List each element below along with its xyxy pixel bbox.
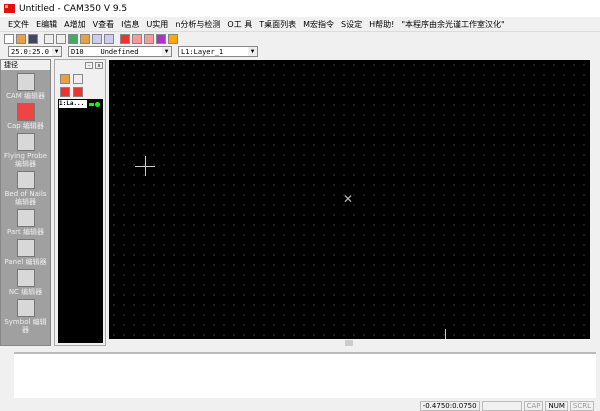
bed-of-nails-editor-button[interactable]: Bed of Nails 编辑器 bbox=[1, 171, 50, 206]
tool-label: Cap 编辑器 bbox=[7, 122, 44, 130]
menu-tools[interactable]: O工 具 bbox=[227, 19, 252, 30]
layer-panel: - x 1:La... bbox=[54, 59, 106, 346]
status-blank bbox=[481, 400, 522, 411]
open-file-icon[interactable] bbox=[16, 33, 26, 44]
flying-probe-icon bbox=[16, 133, 35, 151]
drawing-canvas[interactable]: ✕ bbox=[109, 60, 590, 339]
nc-editor-icon bbox=[16, 269, 35, 287]
zoom-window-icon[interactable] bbox=[80, 33, 90, 44]
part-editor-icon bbox=[16, 209, 35, 227]
panel-editor-icon bbox=[16, 239, 35, 257]
flying-probe-editor-button[interactable]: Flying Probe 编辑器 bbox=[1, 133, 50, 168]
title-bar: Untitled - CAM350 V 9.5 bbox=[0, 0, 600, 17]
menu-bar: E文件 E编辑 A增加 V查看 I信息 U实用 n分析与检测 O工 具 T桌面列… bbox=[0, 18, 600, 32]
nc-editor-button[interactable]: NC 编辑器 bbox=[1, 269, 50, 296]
redo-icon[interactable] bbox=[56, 33, 66, 44]
layer-color-swatch bbox=[89, 102, 94, 106]
origin-x-icon: ✕ bbox=[343, 192, 354, 206]
scroll-thumb[interactable] bbox=[345, 340, 353, 346]
undo-icon[interactable] bbox=[44, 33, 54, 44]
layer-delete-icon[interactable] bbox=[60, 87, 70, 97]
chevron-down-icon[interactable]: ▼ bbox=[52, 47, 61, 56]
cap-editor-button[interactable]: Cap 编辑器 bbox=[1, 103, 50, 130]
toolbar bbox=[4, 32, 178, 45]
part-editor-button[interactable]: Part 编辑器 bbox=[1, 209, 50, 236]
menu-macro[interactable]: M宏指令 bbox=[303, 19, 334, 30]
cam-editor-button[interactable]: CAM 编辑器 bbox=[1, 73, 50, 100]
tool-label: NC 编辑器 bbox=[8, 288, 43, 296]
tool-label: Part 编辑器 bbox=[6, 228, 45, 236]
grid-value: 25.0:25.0 bbox=[11, 47, 49, 56]
grid-combo[interactable]: 25.0:25.0 ▼ bbox=[8, 46, 62, 57]
command-output[interactable] bbox=[14, 352, 596, 398]
layers-icon[interactable] bbox=[168, 33, 178, 44]
minimize-button[interactable]: - bbox=[85, 62, 93, 69]
vertical-scrollbar[interactable] bbox=[590, 60, 600, 339]
menu-help[interactable]: H帮助! bbox=[369, 19, 394, 30]
symbol-editor-button[interactable]: Symbol 编辑器 bbox=[1, 299, 50, 334]
tool-label: Flying Probe 编辑器 bbox=[3, 152, 48, 168]
menu-add[interactable]: A增加 bbox=[64, 19, 85, 30]
symbol-editor-icon bbox=[16, 299, 35, 317]
shortcut-header: 捷径 bbox=[1, 60, 50, 70]
scroll-indicator: SCRL bbox=[569, 400, 594, 411]
close-icon[interactable]: x bbox=[95, 62, 103, 69]
menu-settings[interactable]: S设定 bbox=[341, 19, 362, 30]
coordinates-readout: -0.4750:0.0750 bbox=[419, 400, 480, 411]
app-logo-icon bbox=[4, 4, 15, 13]
layer-row[interactable]: 1:La... bbox=[59, 100, 102, 108]
horizontal-scrollbar[interactable] bbox=[109, 339, 590, 347]
num-indicator: NUM bbox=[545, 400, 568, 411]
new-file-icon[interactable] bbox=[4, 33, 14, 44]
menu-credits[interactable]: "本程序由余光谨工作室汉化" bbox=[401, 19, 504, 30]
zoom-in-icon[interactable] bbox=[92, 33, 102, 44]
redraw-icon[interactable] bbox=[68, 33, 78, 44]
cam-editor-icon bbox=[16, 73, 35, 91]
window-title: Untitled - CAM350 V 9.5 bbox=[19, 3, 128, 14]
chevron-down-icon[interactable]: ▼ bbox=[162, 47, 171, 56]
snap-icon[interactable] bbox=[120, 33, 130, 44]
grid-dots-icon[interactable] bbox=[144, 33, 154, 44]
layer-off-icon[interactable] bbox=[73, 87, 83, 97]
menu-file[interactable]: E文件 bbox=[8, 19, 29, 30]
save-icon[interactable] bbox=[28, 33, 38, 44]
menu-utilities[interactable]: U实用 bbox=[146, 19, 168, 30]
combo-row: 25.0:25.0 ▼ D10 Undefined ▼ L1:Layer_1 ▼ bbox=[8, 46, 258, 58]
bed-of-nails-icon bbox=[16, 171, 35, 189]
cursor-crosshair-vertical bbox=[145, 156, 146, 176]
menu-analysis[interactable]: n分析与检测 bbox=[175, 19, 220, 30]
status-bar: -0.4750:0.0750 CAP NUM SCRL bbox=[0, 400, 600, 411]
tool-label: Bed of Nails 编辑器 bbox=[4, 190, 47, 206]
cap-editor-icon bbox=[16, 103, 35, 121]
menu-edit[interactable]: E编辑 bbox=[36, 19, 57, 30]
grid-icon[interactable] bbox=[132, 33, 142, 44]
ruler-marker bbox=[445, 329, 446, 339]
chevron-down-icon[interactable]: ▼ bbox=[248, 47, 257, 56]
layer-visible-icon[interactable] bbox=[95, 101, 100, 107]
panel-editor-button[interactable]: Panel 编辑器 bbox=[1, 239, 50, 266]
dcode-value: D10 Undefined bbox=[71, 47, 139, 56]
color-icon[interactable] bbox=[156, 33, 166, 44]
menu-view[interactable]: V查看 bbox=[93, 19, 114, 30]
shortcut-panel: 捷径 CAM 编辑器 Cap 编辑器 Flying Probe 编辑器 Bed … bbox=[0, 59, 51, 346]
dcode-combo[interactable]: D10 Undefined ▼ bbox=[68, 46, 172, 57]
layer-name: 1:La... bbox=[59, 100, 87, 108]
layer-value: L1:Layer_1 bbox=[181, 47, 224, 56]
layer-combo[interactable]: L1:Layer_1 ▼ bbox=[178, 46, 258, 57]
layer-add-icon[interactable] bbox=[73, 74, 83, 84]
menu-info[interactable]: I信息 bbox=[121, 19, 139, 30]
layer-open-icon[interactable] bbox=[60, 74, 70, 84]
tool-label: Panel 编辑器 bbox=[4, 258, 47, 266]
tool-label: Symbol 编辑器 bbox=[4, 318, 47, 334]
layer-list: 1:La... bbox=[58, 99, 103, 343]
menu-tables[interactable]: T桌面列表 bbox=[259, 19, 296, 30]
tool-label: CAM 编辑器 bbox=[6, 92, 45, 100]
caps-indicator: CAP bbox=[523, 400, 544, 411]
zoom-out-icon[interactable] bbox=[104, 33, 114, 44]
